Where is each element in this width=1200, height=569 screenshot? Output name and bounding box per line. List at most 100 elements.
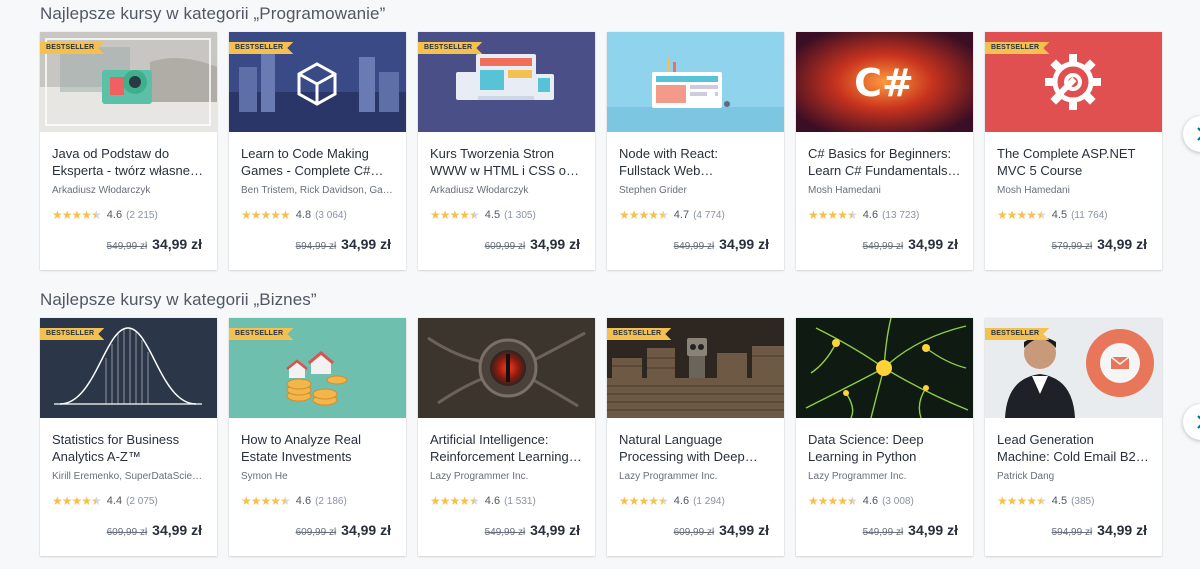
sale-price: 34,99 zł — [1097, 522, 1147, 538]
course-thumbnail: BESTSELLER — [607, 318, 784, 418]
rating-score: 4.5 — [484, 209, 501, 221]
star-rating-icon: ★★★★★ — [808, 494, 858, 508]
course-author: Lazy Programmer Inc. — [808, 471, 907, 482]
sale-price: 34,99 zł — [152, 522, 202, 538]
original-price: 549,99 zł — [862, 241, 904, 252]
course-card[interactable]: BESTSELLER Statistics for Business Analy… — [40, 318, 217, 556]
course-card[interactable]: Artificial Intelligence: Reinforcement L… — [418, 318, 595, 556]
sale-price: 34,99 zł — [908, 522, 958, 538]
bestseller-badge: BESTSELLER — [607, 328, 671, 340]
bestseller-badge: BESTSELLER — [229, 42, 293, 54]
course-price: 609,99 zł 34,99 zł — [674, 522, 769, 538]
rating-count: (385) — [1071, 495, 1095, 507]
course-card[interactable]: BESTSELLER Lead Generation Machine: Cold… — [985, 318, 1162, 556]
course-title[interactable]: How to Analyze Real Estate Investments — [241, 431, 394, 465]
course-thumbnail: BESTSELLER — [418, 32, 595, 132]
course-title[interactable]: Data Science: Deep Learning in Python — [808, 431, 961, 465]
course-author: Kirill Eremenko, SuperDataScience Team — [52, 471, 205, 482]
bestseller-badge: BESTSELLER — [418, 42, 482, 54]
course-author: Mosh Hamedani — [808, 185, 881, 196]
course-price: 609,99 zł 34,99 zł — [296, 522, 391, 538]
course-card[interactable]: BESTSELLER Learn to Code Making Games - … — [229, 32, 406, 270]
course-author: Lazy Programmer Inc. — [619, 471, 718, 482]
course-title[interactable]: C# Basics for Beginners: Learn C# Fundam… — [808, 145, 961, 179]
star-rating-icon: ★★★★★ — [619, 208, 669, 222]
rating-count: (2 186) — [315, 495, 347, 507]
course-thumbnail: BESTSELLER — [229, 32, 406, 132]
star-rating-icon: ★★★★★ — [619, 494, 669, 508]
course-rating: ★★★★★ 4.7 (4 774) — [619, 208, 772, 222]
rating-count: (1 531) — [504, 495, 536, 507]
course-price: 549,99 zł 34,99 zł — [863, 236, 958, 252]
section-title: Najlepsze kursy w kategorii „Programowan… — [40, 4, 386, 23]
csharp-thumbnail: C# — [796, 32, 973, 132]
rating-score: 4.6 — [484, 495, 501, 507]
rating-count: (3 008) — [882, 495, 914, 507]
course-thumbnail: BESTSELLER — [229, 318, 406, 418]
course-rating: ★★★★★ 4.6 (13 723) — [808, 208, 961, 222]
course-rating: ★★★★★ 4.5 (11 764) — [997, 208, 1150, 222]
course-card[interactable]: Node with React: Fullstack Web Developme… — [607, 32, 784, 270]
course-title[interactable]: The Complete ASP.NET MVC 5 Course — [997, 145, 1150, 179]
sale-price: 34,99 zł — [341, 522, 391, 538]
course-card[interactable]: Data Science: Deep Learning in Python La… — [796, 318, 973, 556]
course-card[interactable]: C# C# Basics for Beginners: Learn C# Fun… — [796, 32, 973, 270]
course-author: Patrick Dang — [997, 471, 1055, 482]
course-card[interactable]: BESTSELLER Kurs Tworzenia Stron WWW w HT… — [418, 32, 595, 270]
sale-price: 34,99 zł — [719, 236, 769, 252]
sale-price: 34,99 zł — [908, 236, 958, 252]
original-price: 609,99 zł — [484, 241, 526, 252]
course-rating: ★★★★★ 4.6 (2 186) — [241, 494, 394, 508]
sale-price: 34,99 zł — [530, 236, 580, 252]
course-rating: ★★★★★ 4.4 (2 075) — [52, 494, 205, 508]
section-programowanie: Najlepsze kursy w kategorii „Programowan… — [40, 4, 1200, 270]
course-title[interactable]: Lead Generation Machine: Cold Email B2B … — [997, 431, 1150, 465]
sale-price: 34,99 zł — [530, 522, 580, 538]
course-thumbnail — [418, 318, 595, 418]
sale-price: 34,99 zł — [341, 236, 391, 252]
course-title[interactable]: Kurs Tworzenia Stron WWW w HTML i CSS od… — [430, 145, 583, 179]
course-title[interactable]: Natural Language Processing with Deep Le… — [619, 431, 772, 465]
course-rating: ★★★★★ 4.8 (3 064) — [241, 208, 394, 222]
sale-price: 34,99 zł — [152, 236, 202, 252]
original-price: 609,99 zł — [673, 527, 715, 538]
course-card[interactable]: BESTSELLER Natural Language Processing w… — [607, 318, 784, 556]
course-author: Mosh Hamedani — [997, 185, 1070, 196]
star-rating-icon: ★★★★★ — [430, 494, 480, 508]
bestseller-badge: BESTSELLER — [985, 328, 1049, 340]
course-rating: ★★★★★ 4.6 (1 531) — [430, 494, 583, 508]
original-price: 594,99 zł — [295, 241, 337, 252]
rating-count: (4 774) — [693, 209, 725, 221]
original-price: 579,99 zł — [1051, 241, 1093, 252]
course-author: Stephen Grider — [619, 185, 687, 196]
course-thumbnail — [607, 32, 784, 132]
course-title[interactable]: Node with React: Fullstack Web Developme… — [619, 145, 772, 179]
course-price: 594,99 zł 34,99 zł — [1052, 522, 1147, 538]
chevron-right-icon — [1197, 415, 1200, 429]
course-card[interactable]: BESTSELLER Java od Podstaw do Eksperta -… — [40, 32, 217, 270]
original-price: 549,99 zł — [106, 241, 148, 252]
rating-score: 4.6 — [862, 495, 879, 507]
course-carousel: BESTSELLER Statistics for Business Analy… — [40, 318, 1200, 556]
course-title[interactable]: Statistics for Business Analytics A-Z™ — [52, 431, 205, 465]
rating-score: 4.6 — [106, 209, 123, 221]
original-price: 609,99 zł — [106, 527, 148, 538]
chevron-right-icon — [1197, 127, 1200, 141]
course-title[interactable]: Java od Podstaw do Eksperta - twórz włas… — [52, 145, 205, 179]
course-title[interactable]: Artificial Intelligence: Reinforcement L… — [430, 431, 583, 465]
course-author: Lazy Programmer Inc. — [430, 471, 529, 482]
rating-count: (1 305) — [504, 209, 536, 221]
course-thumbnail: BESTSELLER — [985, 32, 1162, 132]
course-card[interactable]: BESTSELLER The Complete ASP.NET MVC 5 Co… — [985, 32, 1162, 270]
course-rating: ★★★★★ 4.6 (3 008) — [808, 494, 961, 508]
course-author: Ben Tristem, Rick Davidson, GameDev.tv T… — [241, 185, 394, 196]
bestseller-badge: BESTSELLER — [40, 328, 104, 340]
star-rating-icon: ★★★★★ — [997, 494, 1047, 508]
course-card[interactable]: BESTSELLER How to Analyze Real Estate In… — [229, 318, 406, 556]
original-price: 549,99 zł — [862, 527, 904, 538]
course-author: Arkadiusz Włodarczyk — [52, 185, 151, 196]
course-title[interactable]: Learn to Code Making Games - Complete C#… — [241, 145, 394, 179]
original-price: 549,99 zł — [673, 241, 715, 252]
star-rating-icon: ★★★★★ — [808, 208, 858, 222]
rating-score: 4.6 — [673, 495, 690, 507]
